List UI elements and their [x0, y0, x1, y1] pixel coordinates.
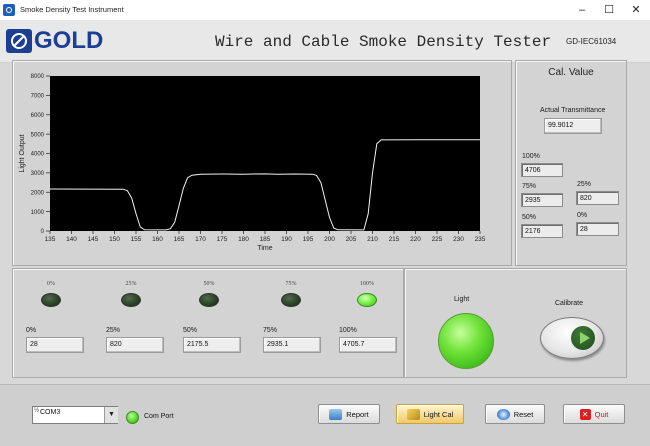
- window-title: Smoke Density Test Instrument: [20, 5, 124, 14]
- x-tick-label: 190: [281, 236, 292, 243]
- calibrate-toggle-button[interactable]: [540, 317, 604, 359]
- y-axis-label: Light Output: [19, 134, 26, 172]
- quit-button[interactable]: ✕ Quit: [563, 404, 625, 424]
- cal-field-25: 820: [576, 191, 619, 205]
- reading-field-0: 28: [26, 337, 84, 353]
- cal-field-0: 28: [576, 222, 619, 236]
- close-button[interactable]: ✕: [625, 2, 647, 18]
- cal-label-0: 0%: [577, 212, 588, 219]
- light-output-chart: 0 1000 2000 3000 4000 5000 6000 7000 8000 135 140 1…: [19, 74, 486, 252]
- led-label-75: 75%: [285, 281, 297, 287]
- calibrate-label: Calibrate: [555, 300, 584, 307]
- y-tick-label: 7000: [31, 94, 45, 100]
- y-tick-label: 5000: [31, 132, 45, 138]
- y-tick-label: 4000: [31, 152, 45, 158]
- y-tick-label: 6000: [31, 113, 45, 119]
- reading-label-100: 100%: [339, 327, 357, 334]
- reset-icon: [496, 408, 510, 420]
- light-label: Light: [454, 296, 470, 303]
- led-label-25: 25%: [125, 281, 137, 287]
- x-tick-label: 235: [475, 236, 486, 243]
- led-50-indicator: [199, 293, 219, 307]
- x-tick-label: 135: [45, 236, 56, 243]
- gold-logo: GOLD: [6, 28, 103, 54]
- x-tick-label: 200: [324, 236, 335, 243]
- light-cal-button[interactable]: Light Cal: [396, 404, 464, 424]
- reading-label-0: 0%: [26, 327, 37, 334]
- x-tick-label: 140: [66, 236, 77, 243]
- logo-text: GOLD: [34, 27, 104, 54]
- x-tick-label: 220: [410, 236, 421, 243]
- logo-mark-icon: [6, 29, 32, 53]
- reset-button-label: Reset: [513, 409, 534, 419]
- x-tick-label: 160: [152, 236, 163, 243]
- minimize-button[interactable]: –: [571, 2, 593, 18]
- app-icon: [3, 4, 15, 16]
- led-100-indicator: [357, 293, 377, 307]
- maximize-button[interactable]: ☐: [598, 2, 620, 18]
- led-label-100: 100%: [360, 281, 374, 287]
- led-0-indicator: [41, 293, 61, 307]
- y-tick-label: 3000: [31, 171, 45, 177]
- cal-label-75: 75%: [522, 183, 537, 190]
- x-tick-label: 225: [432, 236, 443, 243]
- report-button-label: Report: [346, 409, 369, 419]
- com-prefix: ½: [34, 408, 40, 414]
- x-tick-label: 155: [131, 236, 142, 243]
- y-tick-label: 2000: [31, 190, 45, 196]
- x-tick-label: 210: [367, 236, 378, 243]
- report-icon: [329, 408, 343, 420]
- x-tick-label: 185: [260, 236, 271, 243]
- cal-label-25: 25%: [577, 181, 592, 188]
- reading-field-50: 2175.5: [183, 337, 241, 353]
- actual-transmittance-field: 99.9012: [544, 118, 602, 134]
- cal-field-75: 2935: [521, 193, 563, 207]
- close-icon: ✕: [579, 408, 591, 420]
- x-axis-label: Time: [257, 245, 272, 252]
- com-port-label: Com Port: [144, 413, 174, 420]
- led-75-indicator: [281, 293, 301, 307]
- light-cal-button-label: Light Cal: [423, 409, 454, 419]
- x-tick-label: 230: [453, 236, 464, 243]
- y-tick-label: 1000: [31, 210, 45, 216]
- reading-label-25: 25%: [106, 327, 121, 334]
- led-label-0: 0%: [47, 281, 55, 287]
- cal-value-title: Cal. Value: [548, 67, 594, 78]
- actual-transmittance-label: Actual Transmittance: [540, 107, 606, 114]
- reading-field-100: 4705.7: [339, 337, 397, 353]
- led-label-50: 50%: [203, 281, 215, 287]
- x-tick-label: 165: [174, 236, 185, 243]
- x-tick-label: 150: [109, 236, 120, 243]
- x-tick-label: 145: [88, 236, 99, 243]
- y-tick-label: 8000: [31, 74, 45, 80]
- x-tick-label: 195: [303, 236, 314, 243]
- com-port-value: COM3: [40, 409, 61, 416]
- page-title: Wire and Cable Smoke Density Tester: [215, 33, 552, 51]
- cal-field-50: 2176: [521, 224, 563, 238]
- report-button[interactable]: Report: [318, 404, 380, 424]
- model-code: GD-IEC61034: [566, 37, 617, 46]
- x-tick-label: 170: [195, 236, 206, 243]
- x-tick-label: 180: [238, 236, 249, 243]
- x-tick-label: 175: [217, 236, 228, 243]
- light-lamp-indicator: [438, 313, 494, 369]
- cal-field-100: 4706: [521, 163, 563, 177]
- reading-label-50: 50%: [183, 327, 198, 334]
- wand-icon: [406, 408, 420, 420]
- reading-field-75: 2935.1: [263, 337, 321, 353]
- x-tick-label: 205: [346, 236, 357, 243]
- chevron-down-icon[interactable]: ▼: [104, 407, 118, 423]
- cal-label-50: 50%: [522, 214, 537, 221]
- reading-field-25: 820: [106, 337, 164, 353]
- cal-label-100: 100%: [522, 153, 540, 160]
- quit-button-label: Quit: [594, 409, 609, 419]
- y-tick-label: 0: [41, 229, 45, 235]
- plot-area: [50, 76, 480, 231]
- com-port-status-indicator: [126, 411, 139, 424]
- x-tick-label: 215: [389, 236, 400, 243]
- reading-label-75: 75%: [263, 327, 278, 334]
- play-icon: [571, 326, 595, 350]
- reset-button[interactable]: Reset: [485, 404, 545, 424]
- led-25-indicator: [121, 293, 141, 307]
